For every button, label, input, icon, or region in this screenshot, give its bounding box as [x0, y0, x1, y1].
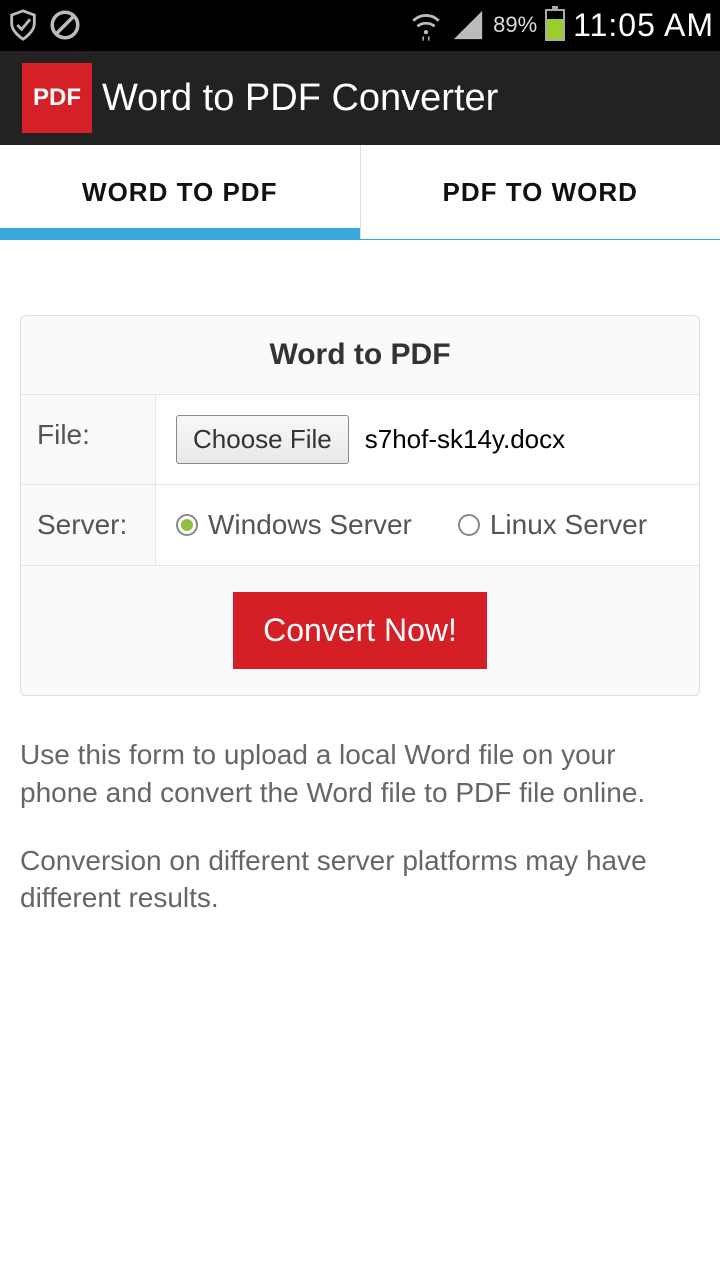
tab-label: WORD TO PDF	[82, 177, 277, 208]
battery-icon	[545, 9, 565, 41]
tab-pdf-to-word[interactable]: PDF TO WORD	[360, 145, 720, 239]
tab-word-to-pdf[interactable]: WORD TO PDF	[0, 145, 360, 239]
server-row: Server: Windows Server Linux Server	[21, 485, 699, 566]
form-title: Word to PDF	[21, 316, 699, 395]
tab-bar: WORD TO PDF PDF TO WORD	[0, 145, 720, 240]
selected-filename: s7hof-sk14y.docx	[365, 424, 565, 455]
radio-icon	[458, 514, 480, 536]
server-option-windows[interactable]: Windows Server	[176, 509, 412, 541]
choose-file-button[interactable]: Choose File	[176, 415, 349, 464]
shield-icon	[6, 8, 40, 42]
radio-label: Windows Server	[208, 509, 412, 541]
status-bar: 89% 11:05 AM	[0, 0, 720, 50]
server-label: Server:	[21, 485, 156, 565]
blocked-icon	[48, 8, 82, 42]
battery-percentage: 89%	[493, 12, 537, 38]
description-text: Use this form to upload a local Word fil…	[20, 736, 700, 812]
submit-row: Convert Now!	[21, 566, 699, 695]
conversion-form: Word to PDF File: Choose File s7hof-sk14…	[20, 315, 700, 696]
wifi-icon	[409, 8, 443, 42]
convert-button[interactable]: Convert Now!	[233, 592, 487, 669]
signal-icon	[451, 8, 485, 42]
clock: 11:05 AM	[573, 7, 714, 44]
radio-label: Linux Server	[490, 509, 647, 541]
content-area: Word to PDF File: Choose File s7hof-sk14…	[0, 240, 720, 937]
app-icon: PDF	[22, 63, 92, 133]
radio-icon	[176, 514, 198, 536]
server-option-linux[interactable]: Linux Server	[458, 509, 647, 541]
description-text: Conversion on different server platforms…	[20, 842, 700, 918]
app-bar: PDF Word to PDF Converter	[0, 50, 720, 145]
app-title: Word to PDF Converter	[102, 77, 498, 120]
file-row: File: Choose File s7hof-sk14y.docx	[21, 395, 699, 485]
file-label: File:	[21, 395, 156, 484]
tab-label: PDF TO WORD	[443, 177, 638, 208]
